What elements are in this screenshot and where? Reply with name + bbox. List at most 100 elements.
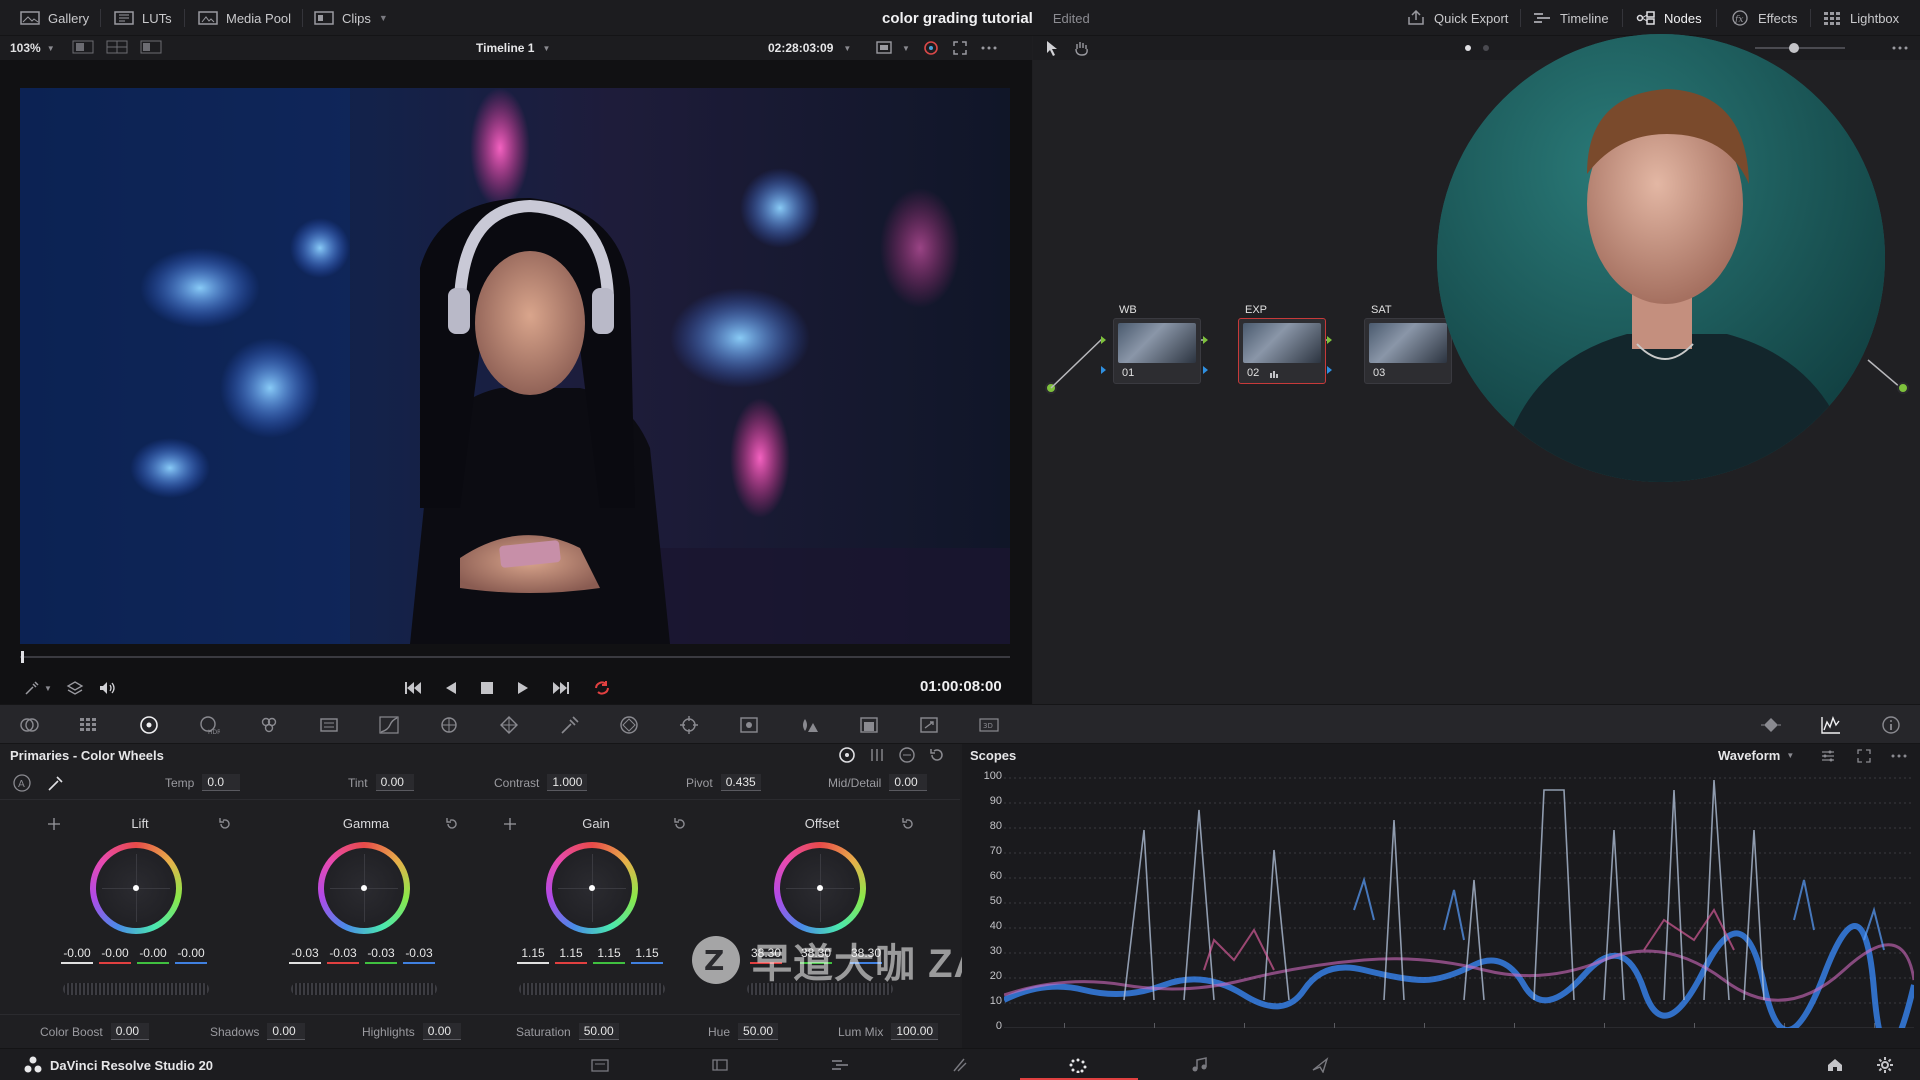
media-pool-button[interactable]: Media Pool <box>198 0 291 36</box>
tint-value[interactable]: 0.00 <box>375 774 414 791</box>
zoom-select[interactable]: 103% ▼ <box>10 36 55 60</box>
gain-wheel[interactable] <box>546 842 638 934</box>
more-options-icon[interactable] <box>980 40 998 56</box>
gamma-master-wheel[interactable] <box>291 983 437 995</box>
lum-mix-control[interactable]: Lum Mix 100.00 <box>838 1023 939 1040</box>
pivot-value[interactable]: 0.435 <box>720 774 761 791</box>
eyedropper-tool[interactable] <box>558 715 580 735</box>
skip-to-start-icon[interactable] <box>404 680 422 696</box>
wheel-puck[interactable] <box>589 885 595 891</box>
reset-icon[interactable] <box>900 816 916 832</box>
stop-icon[interactable] <box>480 680 494 696</box>
scrubber-playhead[interactable] <box>21 651 24 663</box>
wheels-mode-icon[interactable] <box>838 746 856 764</box>
split-view-icon[interactable] <box>106 40 128 54</box>
sizing-tool[interactable] <box>918 715 940 735</box>
skip-to-end-icon[interactable] <box>552 680 570 696</box>
gain-master-wheel[interactable] <box>519 983 665 995</box>
node-02[interactable]: 02 <box>1238 318 1326 384</box>
scrubber-track[interactable] <box>20 656 1010 658</box>
effects-button[interactable]: fx Effects <box>1730 0 1798 36</box>
lum-mix-value[interactable]: 100.00 <box>891 1023 939 1040</box>
reset-icon[interactable] <box>672 816 688 832</box>
scope-mode-select[interactable]: Waveform ▼ <box>1718 748 1794 763</box>
video-output-icon[interactable] <box>876 40 896 56</box>
auto-balance-icon[interactable]: A <box>12 774 32 792</box>
offset-wheel[interactable] <box>774 842 866 934</box>
gallery-button[interactable]: Gallery <box>20 0 89 36</box>
node-zoom-handle[interactable] <box>1789 43 1799 53</box>
qualifier-tool[interactable] <box>498 715 520 735</box>
edit-page-icon[interactable] <box>830 1057 850 1073</box>
hue-value[interactable]: 50.00 <box>738 1023 779 1040</box>
luts-button[interactable]: LUTs <box>114 0 172 36</box>
gamma-g[interactable]: -0.03 <box>365 946 397 964</box>
saturation-value[interactable]: 50.00 <box>578 1023 619 1040</box>
wheel-puck[interactable] <box>817 885 823 891</box>
contrast-control[interactable]: Contrast 1.000 <box>494 774 588 791</box>
gamma-y[interactable]: -0.03 <box>289 946 321 964</box>
single-view-icon[interactable] <box>72 40 94 54</box>
more-options-icon[interactable] <box>1891 40 1909 56</box>
gain-y[interactable]: 1.15 <box>517 946 549 964</box>
clips-button[interactable]: Clips ▼ <box>314 0 388 36</box>
reset-icon[interactable] <box>217 816 233 832</box>
fullscreen-icon[interactable] <box>952 40 968 56</box>
wheel-puck[interactable] <box>361 885 367 891</box>
motion-effects-tool[interactable] <box>318 715 340 735</box>
lift-y[interactable]: -0.00 <box>61 946 93 964</box>
lift-wheel[interactable] <box>90 842 182 934</box>
hue-control[interactable]: Hue 50.00 <box>708 1023 779 1040</box>
blur-tool[interactable] <box>798 715 820 735</box>
highlights-control[interactable]: Highlights 0.00 <box>362 1023 461 1040</box>
key-tool[interactable] <box>858 715 880 735</box>
node-zoom-slider[interactable] <box>1755 47 1845 49</box>
color-boost-control[interactable]: Color Boost 0.00 <box>40 1023 149 1040</box>
middetail-value[interactable]: 0.00 <box>889 774 928 791</box>
source-timecode-area[interactable]: 02:28:03:09 ▼ <box>768 36 851 60</box>
tracker-tool[interactable] <box>678 715 700 735</box>
page-dot[interactable] <box>1483 45 1489 51</box>
shadows-control[interactable]: Shadows 0.00 <box>210 1023 306 1040</box>
lift-r[interactable]: -0.00 <box>99 946 131 964</box>
log-wheels-icon[interactable] <box>898 746 916 764</box>
gain-r[interactable]: 1.15 <box>555 946 587 964</box>
reset-icon[interactable] <box>444 816 460 832</box>
home-icon[interactable] <box>1826 1057 1844 1073</box>
eyedropper-icon[interactable] <box>24 680 40 696</box>
deliver-page-icon[interactable] <box>1310 1057 1330 1073</box>
color-page-tab[interactable] <box>1020 1049 1138 1080</box>
lift-master-wheel[interactable] <box>63 983 209 995</box>
middetail-control[interactable]: Mid/Detail 0.00 <box>828 774 928 791</box>
curves-tool[interactable] <box>378 715 400 735</box>
pivot-control[interactable]: Pivot 0.435 <box>686 774 761 791</box>
loop-icon[interactable] <box>592 680 612 696</box>
media-page-icon[interactable] <box>590 1057 610 1073</box>
crosshair-icon[interactable] <box>46 816 62 832</box>
saturation-control[interactable]: Saturation 50.00 <box>516 1023 619 1040</box>
info-tool[interactable] <box>1880 715 1902 735</box>
gamma-r[interactable]: -0.03 <box>327 946 359 964</box>
shadows-value[interactable]: 0.00 <box>267 1023 306 1040</box>
tint-control[interactable]: Tint 0.00 <box>348 774 414 791</box>
temp-value[interactable]: 0.0 <box>202 774 241 791</box>
gamma-b[interactable]: -0.03 <box>403 946 435 964</box>
timeline-select[interactable]: Timeline 1 ▼ <box>476 36 550 60</box>
page-dot-active[interactable] <box>1465 45 1471 51</box>
gamma-wheel[interactable] <box>318 842 410 934</box>
color-warper-tool[interactable] <box>438 715 460 735</box>
fairlight-page-icon[interactable] <box>1190 1057 1210 1073</box>
pointer-icon[interactable] <box>1045 40 1059 56</box>
hand-icon[interactable] <box>1073 40 1089 56</box>
play-icon[interactable] <box>516 680 530 696</box>
video-frame[interactable] <box>20 88 1010 644</box>
hdr-tool[interactable]: HDR <box>198 715 220 735</box>
window-tool[interactable] <box>618 715 640 735</box>
primaries-tool[interactable] <box>138 715 160 735</box>
reset-icon[interactable] <box>928 746 946 764</box>
lightbox-button[interactable]: Lightbox <box>1822 0 1899 36</box>
highlights-value[interactable]: 0.00 <box>422 1023 461 1040</box>
scopes-tool[interactable] <box>1820 715 1842 735</box>
cut-page-icon[interactable] <box>710 1057 730 1073</box>
color-match-tool[interactable] <box>78 715 100 735</box>
